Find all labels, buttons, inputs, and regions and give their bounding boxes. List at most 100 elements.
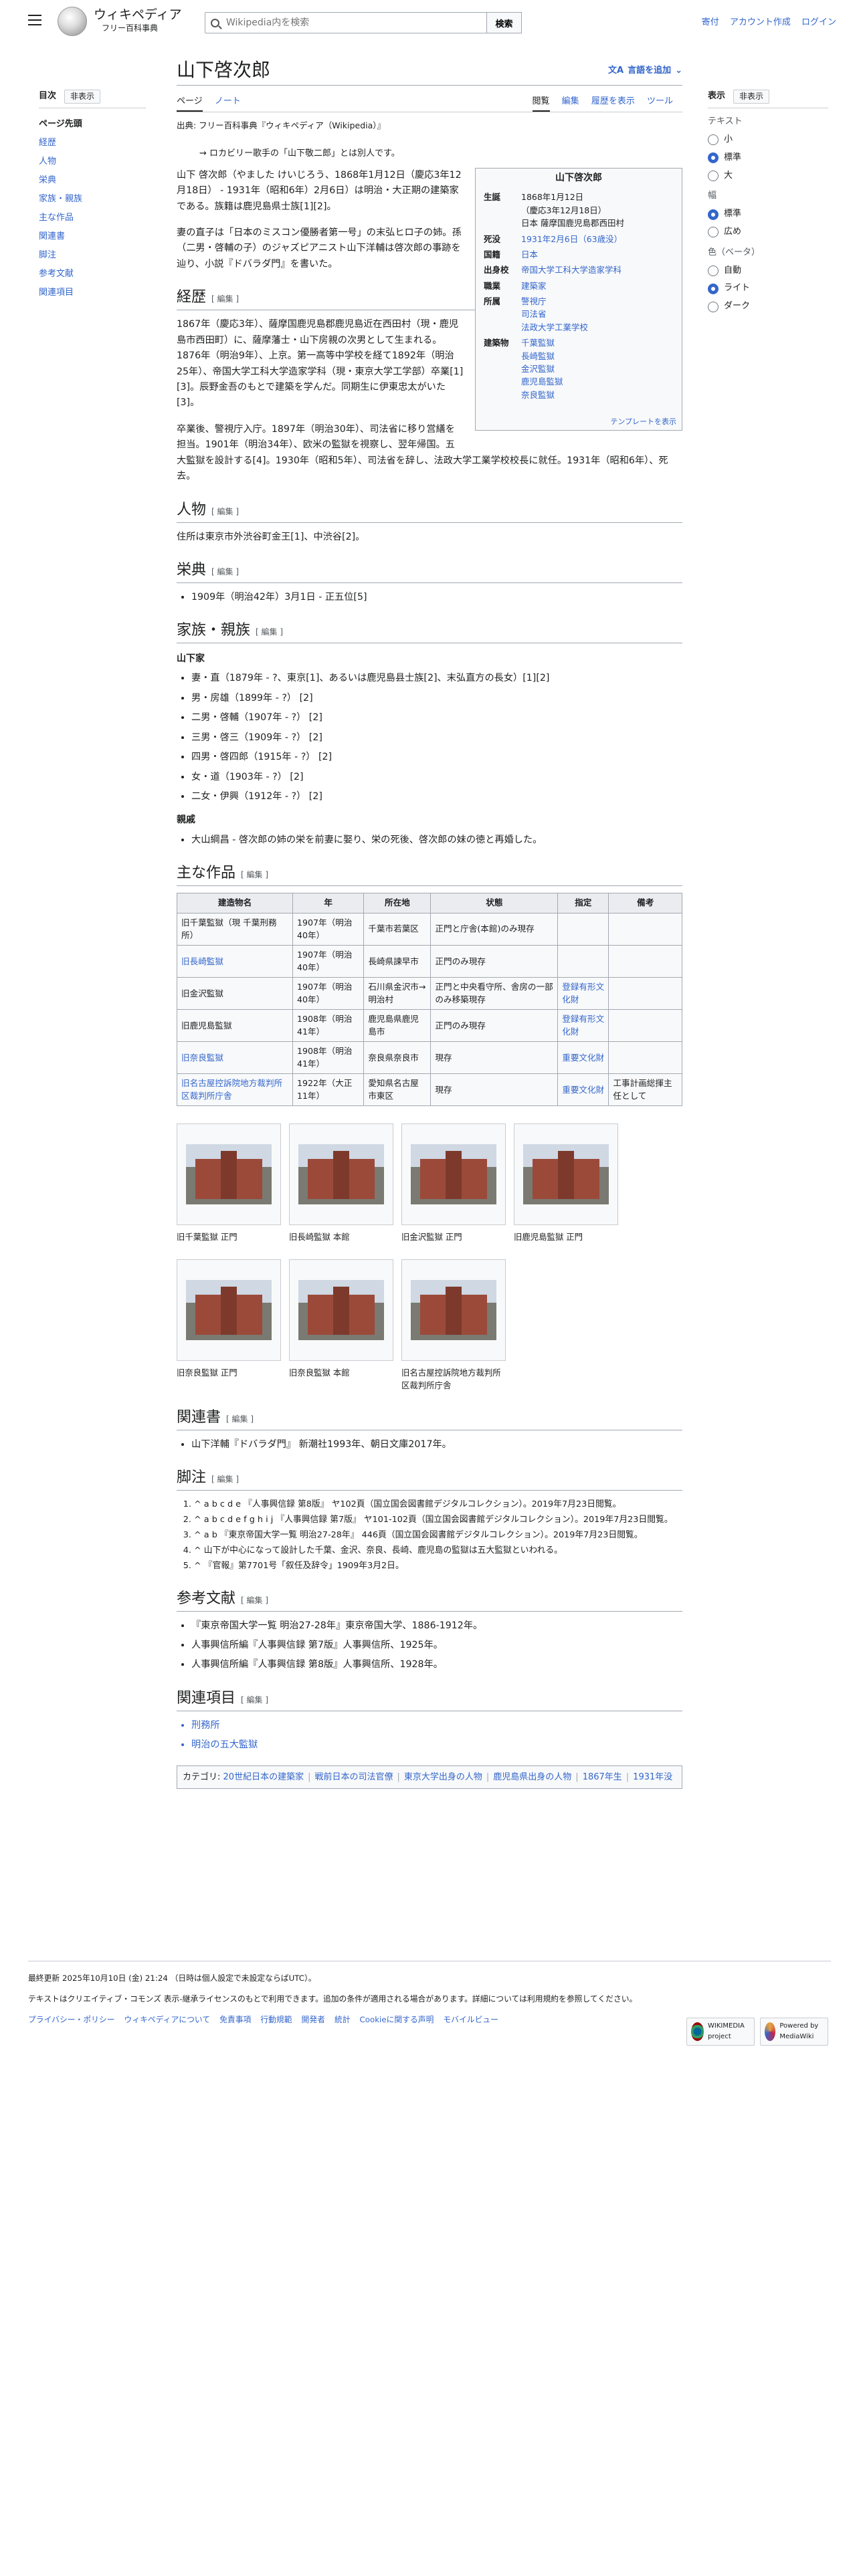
toc-item[interactable]: 経歴 [39, 134, 146, 152]
edit-link[interactable]: [ 編集 ] [211, 507, 239, 516]
donate-link[interactable]: 寄付 [702, 17, 719, 27]
gallery-item[interactable]: 旧長崎監獄 本館 [289, 1123, 393, 1243]
search-input[interactable] [226, 17, 467, 28]
gallery-item[interactable]: 旧奈良監獄 正門 [177, 1259, 281, 1392]
option-text_opts[interactable]: 標準 [708, 151, 828, 165]
radio-button[interactable] [708, 152, 719, 164]
wordmark[interactable]: ウィキペディア フリー百科事典 [94, 7, 182, 33]
gallery-item[interactable]: 旧鹿児島監獄 正門 [514, 1123, 618, 1243]
option-text_opts[interactable]: 小 [708, 133, 828, 147]
list-item: 二女・伊興（1912年 - ?） [2] [191, 789, 682, 804]
column-header[interactable]: 所在地 [363, 892, 432, 914]
option-label: 広め [724, 226, 742, 237]
categories-label[interactable]: カテゴリ: [183, 1772, 220, 1782]
edit-link[interactable]: [ 編集 ] [241, 1596, 268, 1605]
edit-link[interactable]: [ 編集 ] [211, 567, 239, 576]
edit-link[interactable]: [ 編集 ] [211, 1475, 239, 1484]
tab-tools[interactable]: ツール [647, 96, 673, 110]
edit-link[interactable]: [ 編集 ] [211, 294, 239, 304]
gallery-item[interactable]: 旧奈良監獄 本館 [289, 1259, 393, 1392]
toc-item[interactable]: 家族・親族 [39, 190, 146, 209]
toc-item[interactable]: 栄典 [39, 171, 146, 190]
option-color_opts[interactable]: ライト [708, 282, 828, 296]
wikipedia-logo[interactable] [58, 7, 87, 36]
footer-link[interactable]: 免責事項 [219, 2015, 251, 2024]
column-header[interactable]: 年 [292, 892, 365, 914]
category-link[interactable]: 戦前日本の司法官僚 [314, 1772, 393, 1782]
column-header[interactable]: 状態 [430, 892, 559, 914]
category-link[interactable]: 1931年没 [633, 1772, 672, 1782]
footer-link[interactable]: 行動規範 [260, 2015, 292, 2024]
tab-talk[interactable]: ノート [215, 96, 241, 110]
toc-item[interactable]: 参考文献 [39, 265, 146, 284]
tab-edit[interactable]: 編集 [562, 96, 579, 110]
edit-link[interactable]: [ 編集 ] [256, 627, 283, 637]
edit-link[interactable]: [ 編集 ] [241, 870, 268, 879]
edit-link[interactable]: [ 編集 ] [226, 1414, 254, 1424]
list-item[interactable]: 明治の五大監獄 [191, 1737, 682, 1753]
language-button[interactable]: 文A 言語を追加 ⌄ [608, 64, 682, 82]
tab-history[interactable]: 履歴を表示 [591, 96, 635, 110]
wikimedia-badge[interactable]: WIKIMEDIA project [686, 2018, 755, 2046]
login-link[interactable]: ログイン [801, 17, 836, 27]
toc-item[interactable]: ページ先頭 [39, 115, 146, 134]
main-menu-icon[interactable] [28, 15, 41, 25]
search-button[interactable]: 検索 [487, 12, 522, 33]
column-header[interactable]: 建造物名 [177, 892, 293, 914]
building-photo[interactable] [401, 1123, 506, 1225]
list-item[interactable]: 刑務所 [191, 1718, 682, 1733]
building-photo[interactable] [289, 1123, 393, 1225]
gallery-item[interactable]: 旧金沢監獄 正門 [401, 1123, 506, 1243]
section-books: 関連書[ 編集 ] [177, 1407, 682, 1430]
toc-item[interactable]: 人物 [39, 152, 146, 171]
category-link[interactable]: 20世紀日本の建築家 [223, 1772, 304, 1782]
create-account-link[interactable]: アカウント作成 [730, 17, 791, 27]
toc-item[interactable]: 関連書 [39, 227, 146, 246]
building-photo[interactable] [177, 1259, 281, 1362]
footer-link[interactable]: モバイルビュー [443, 2015, 498, 2024]
footer-link[interactable]: 統計 [335, 2015, 351, 2024]
category-link[interactable]: 東京大学出身の人物 [404, 1772, 482, 1782]
radio-button[interactable] [708, 134, 719, 146]
footer-link[interactable]: ウィキペディアについて [124, 2015, 211, 2024]
list-item: ^ a b c d e 『人事興信録 第8版』 ヤ102頁（国立国会図書館デジタ… [194, 1497, 682, 1511]
gallery-item[interactable]: 旧千葉監獄 正門 [177, 1123, 281, 1243]
footer-link[interactable]: 開発者 [302, 2015, 325, 2024]
toc-item[interactable]: 主な作品 [39, 209, 146, 227]
mediawiki-badge[interactable]: Powered by MediaWiki [760, 2018, 828, 2046]
toc-item[interactable]: 関連項目 [39, 284, 146, 302]
option-width_opts[interactable]: 標準 [708, 207, 828, 221]
option-color_opts[interactable]: ダーク [708, 300, 828, 314]
gallery-item[interactable]: 旧名古屋控訴院地方裁判所区裁判所庁舎 [401, 1259, 506, 1392]
search-box[interactable] [205, 12, 487, 33]
building-photo[interactable] [514, 1123, 618, 1225]
column-header[interactable]: 備考 [608, 892, 682, 914]
edit-link[interactable]: [ 編集 ] [241, 1695, 268, 1705]
tab-page[interactable]: ページ [177, 96, 203, 112]
column-header[interactable]: 指定 [557, 892, 609, 914]
building-photo[interactable] [401, 1259, 506, 1362]
category-link[interactable]: 鹿児島県出身の人物 [493, 1772, 571, 1782]
tab-read[interactable]: 閲覧 [532, 96, 550, 112]
option-text_opts[interactable]: 大 [708, 169, 828, 183]
toc-item[interactable]: 脚注 [39, 246, 146, 265]
option-color_opts[interactable]: 自動 [708, 264, 828, 278]
template-link[interactable]: テンプレートを表示 [481, 416, 676, 427]
radio-button[interactable] [708, 227, 719, 238]
option-width_opts[interactable]: 広め [708, 225, 828, 239]
radio-button[interactable] [708, 301, 719, 312]
building-photo[interactable] [177, 1123, 281, 1225]
appearance-hide-button[interactable]: 非表示 [733, 90, 770, 104]
radio-button[interactable] [708, 209, 719, 220]
building-photo[interactable] [289, 1259, 393, 1362]
radio-button[interactable] [708, 170, 719, 181]
toc-hide-button[interactable]: 非表示 [64, 90, 101, 104]
infobox-value: 1931年2月6日（63歳没） [521, 233, 623, 244]
category-link[interactable]: 1867年生 [583, 1772, 622, 1782]
search-form: 検索 [205, 12, 522, 33]
radio-button[interactable] [708, 283, 719, 294]
option-label: ダーク [724, 301, 751, 312]
footer-link[interactable]: プライバシー・ポリシー [28, 2015, 115, 2024]
footer-link[interactable]: Cookieに関する声明 [360, 2015, 434, 2024]
radio-button[interactable] [708, 265, 719, 276]
